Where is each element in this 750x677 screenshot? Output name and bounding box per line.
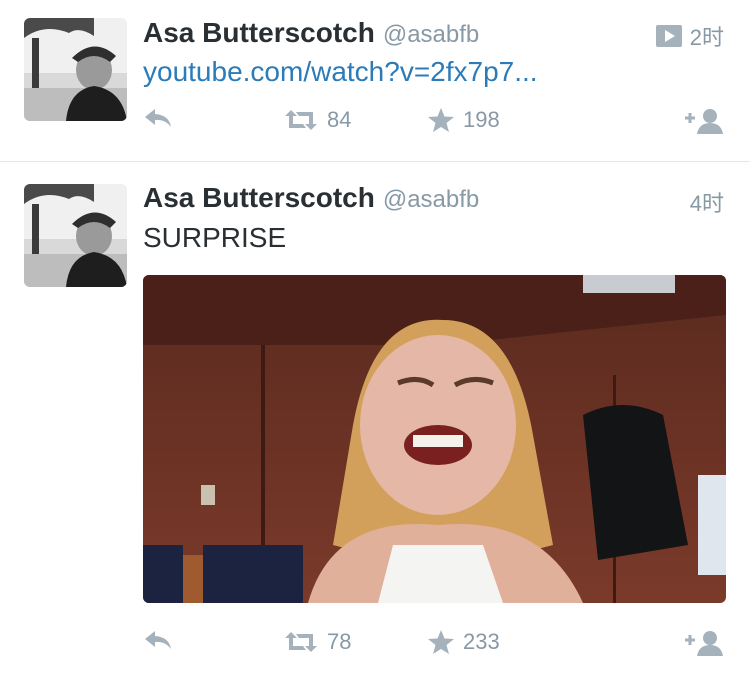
tweet-2[interactable]: Asa Butterscotch @asabfb 4时 SURPRISE 78 …	[0, 162, 750, 677]
reply-button[interactable]	[143, 629, 173, 651]
retweet-button[interactable]: 78	[283, 629, 351, 655]
tweet-actions: 84 198	[0, 101, 750, 141]
star-icon	[428, 630, 454, 654]
tweet-actions: 78 233	[0, 623, 750, 663]
timestamp: 2时	[655, 20, 724, 52]
favorite-button[interactable]: 198	[427, 107, 500, 133]
user-name[interactable]: Asa Butterscotch @asabfb	[143, 17, 479, 49]
tweet-1[interactable]: Asa Butterscotch @asabfb 2时 youtube.com/w…	[0, 0, 750, 162]
display-name[interactable]: Asa Butterscotch	[143, 17, 375, 48]
avatar[interactable]	[24, 184, 127, 287]
user-handle[interactable]: @asabfb	[383, 21, 479, 48]
timestamp: 4时	[690, 186, 724, 218]
display-name[interactable]: Asa Butterscotch	[143, 182, 375, 213]
favorite-count: 233	[463, 629, 500, 654]
tweet-link[interactable]: youtube.com/watch?v=2fx7p7...	[143, 56, 538, 88]
retweet-icon	[285, 632, 317, 652]
time-text: 4时	[689, 191, 724, 216]
user-handle[interactable]: @asabfb	[383, 186, 479, 213]
reply-button[interactable]	[143, 107, 173, 129]
reply-arrow-icon	[145, 631, 171, 649]
add-user-icon	[685, 631, 723, 656]
retweet-count: 78	[327, 629, 352, 654]
follow-button[interactable]	[683, 629, 725, 657]
add-user-icon	[685, 109, 723, 134]
favorite-count: 198	[463, 107, 500, 132]
tweet-photo[interactable]	[143, 275, 726, 603]
star-icon	[428, 108, 454, 132]
favorite-button[interactable]: 233	[427, 629, 500, 655]
user-name[interactable]: Asa Butterscotch @asabfb	[143, 182, 479, 214]
follow-button[interactable]	[683, 107, 725, 135]
retweet-count: 84	[327, 107, 352, 132]
time-text: 2时	[689, 25, 724, 50]
retweet-button[interactable]: 84	[283, 107, 351, 133]
tweet-text: SURPRISE	[143, 222, 287, 253]
play-badge-icon	[655, 25, 682, 47]
reply-arrow-icon	[145, 109, 171, 127]
retweet-icon	[285, 110, 317, 130]
